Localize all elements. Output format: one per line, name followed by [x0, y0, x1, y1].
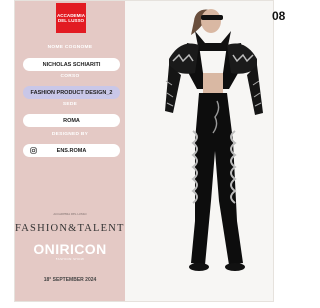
- oniricon-subtitle: FASHION SHOW: [55, 257, 85, 261]
- campus-label: SEDE: [62, 102, 78, 107]
- look-card: ACCADEMIA DEL LUSSO NOME COGNOME NICHOLA…: [14, 0, 274, 302]
- model-photo: [125, 1, 273, 301]
- campus-pill: ROMA: [23, 114, 120, 127]
- designed-by-label: DESIGNED BY: [51, 132, 89, 137]
- info-panel: ACCADEMIA DEL LUSSO NOME COGNOME NICHOLA…: [15, 1, 132, 301]
- logo-line-2: DEL LUSSO: [57, 18, 85, 23]
- event-small-text: ACCADEMIA DEL LUSSO: [53, 212, 87, 216]
- look-number: 08: [272, 9, 286, 23]
- instagram-icon: [30, 147, 37, 154]
- name-pill: NICHOLAS SCHIARITI: [23, 58, 120, 71]
- course-pill: FASHION PRODUCT DESIGN_2: [23, 86, 120, 99]
- name-label: NOME COGNOME: [47, 45, 93, 50]
- academy-logo: ACCADEMIA DEL LUSSO: [56, 3, 86, 33]
- handle-pill[interactable]: ENS.ROMA: [23, 144, 120, 157]
- course-value: FASHION PRODUCT DESIGN_2: [30, 89, 113, 96]
- handle-value: ENS.ROMA: [56, 147, 87, 154]
- model-illustration: [165, 9, 263, 271]
- name-value: NICHOLAS SCHIARITI: [42, 61, 101, 68]
- campus-value: ROMA: [63, 117, 80, 124]
- fashion-talents-logo: FASHION&TALENTS: [15, 223, 132, 234]
- page-frame: ACCADEMIA DEL LUSSO NOME COGNOME NICHOLA…: [0, 0, 286, 308]
- event-date: 18° SEPTEMBER 2024: [43, 277, 97, 283]
- oniricon-logo: ONIRICON: [33, 241, 107, 257]
- course-label: CORSO: [60, 74, 80, 79]
